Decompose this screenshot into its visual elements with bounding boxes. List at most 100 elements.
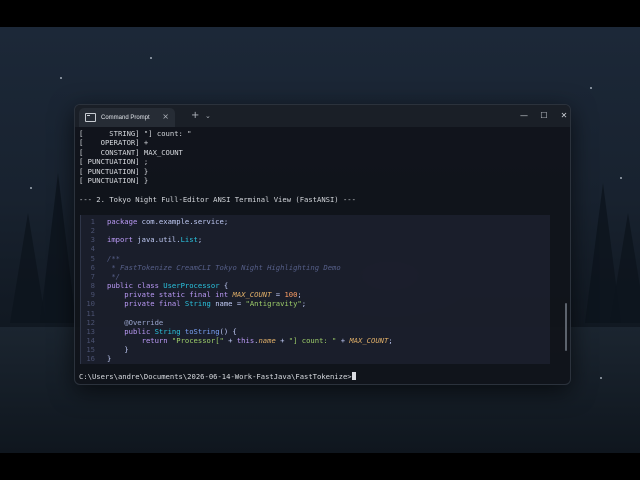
output-line: [ STRING] "] count: " [79, 129, 192, 138]
code-line: 5 /** [81, 254, 120, 263]
output-line: [ PUNCTUATION] } [79, 175, 149, 185]
code-line: 16} [81, 354, 111, 363]
line-number: 16 [86, 354, 95, 364]
code-line: 15 } [81, 345, 129, 355]
code-token: private final [107, 299, 181, 309]
terminal-window: Command Prompt × + ⌄ — ☐ ✕ [ STRING] "] … [74, 104, 571, 385]
text-cursor [351, 372, 356, 380]
code-line: 9 private static final int MAX_COUNT = 1… [81, 290, 302, 299]
snowflake [60, 77, 62, 79]
line-number: 1 [90, 217, 95, 226]
line-number: 7 [90, 271, 95, 281]
code-token: UserProcessor [163, 281, 220, 291]
code-token: MAX_COUNT [349, 335, 389, 345]
code-line: 3 import java.util.List; [81, 235, 203, 245]
wallpaper-tree [40, 173, 76, 323]
code-token: name [258, 335, 276, 345]
code-token: + [223, 335, 237, 345]
line-number: 11 [86, 308, 95, 318]
prompt-path: C:\Users\andre\Documents\2026-06-14-Work… [79, 372, 352, 381]
snowflake [600, 377, 602, 379]
tab-dropdown-button[interactable]: ⌄ [205, 109, 211, 123]
line-number: 12 [86, 317, 95, 327]
snowflake [150, 57, 152, 59]
code-token: com.example.service; [137, 217, 229, 226]
code-line: 11 [81, 309, 107, 318]
code-token: toString [184, 326, 220, 336]
code-line: 7 */ [81, 272, 120, 281]
line-number: 15 [86, 345, 95, 355]
code-token: = [271, 290, 285, 300]
line-number: 4 [90, 244, 95, 254]
code-token: ; [197, 235, 203, 245]
code-token: */ [107, 271, 120, 281]
code-token: ; [388, 335, 393, 345]
code-token: String [184, 299, 211, 309]
code-token: "Antigravity" [245, 299, 302, 309]
code-token: "Processor[" [171, 335, 224, 345]
code-token: return [107, 335, 168, 345]
close-button[interactable]: ✕ [555, 108, 570, 124]
output-line: [ PUNCTUATION] ; [79, 157, 149, 167]
code-token: * FastTokenize CreamCLI Tokyo Night High… [107, 262, 341, 272]
code-line: 10 private final String name = "Antigrav… [81, 299, 306, 308]
new-tab-button[interactable]: + [191, 109, 199, 123]
code-token: MAX_COUNT [232, 290, 272, 300]
section-heading: --- 2. Tokyo Night Full-Editor ANSI Term… [79, 194, 356, 204]
command-prompt-line[interactable]: C:\Users\andre\Documents\2026-06-14-Work… [79, 372, 356, 381]
code-token: List [180, 235, 198, 245]
tab-command-prompt[interactable]: Command Prompt × [79, 108, 175, 127]
code-line: 6 * FastTokenize CreamCLI Tokyo Night Hi… [81, 263, 341, 272]
code-token: "] count: " [288, 335, 337, 345]
code-line: 13 public String toString() { [81, 327, 237, 336]
snowflake [620, 177, 622, 179]
line-number: 6 [90, 262, 95, 272]
output-line: [ PUNCTUATION] } [79, 166, 149, 176]
code-token: ; [297, 290, 302, 300]
code-token: } [107, 345, 129, 355]
code-token: String [154, 326, 181, 336]
scrollbar[interactable] [565, 303, 567, 351]
line-number: 13 [86, 326, 95, 336]
tab-close-button[interactable]: × [162, 111, 169, 123]
code-token: + [336, 335, 350, 345]
code-token: { [219, 281, 229, 291]
maximize-button[interactable]: ☐ [535, 108, 553, 124]
snowflake [30, 187, 32, 189]
code-token: this [236, 335, 255, 345]
code-token: () { [219, 326, 237, 336]
minimize-button[interactable]: — [515, 108, 533, 124]
line-number: 8 [90, 281, 95, 291]
terminal-icon [85, 113, 96, 122]
code-line: 4 [81, 244, 107, 253]
wallpaper-tree [610, 213, 640, 323]
title-bar[interactable]: Command Prompt × + ⌄ — ☐ ✕ [75, 105, 570, 127]
code-line: 8 public class UserProcessor { [81, 281, 229, 291]
line-number: 3 [90, 235, 95, 245]
code-line: 14 return "Processor[" + this.name + "] … [81, 335, 393, 345]
tab-title: Command Prompt [101, 114, 150, 121]
line-number: 14 [86, 335, 95, 345]
line-number: 5 [90, 253, 95, 263]
code-token: name = [210, 299, 246, 309]
code-token: import [107, 235, 133, 245]
line-number: 10 [86, 299, 95, 309]
line-number: 9 [90, 290, 95, 300]
terminal-output[interactable]: [ STRING] "] count: " [ OPERATOR] + [ CO… [79, 129, 560, 384]
code-token: + [275, 335, 289, 345]
code-editor-view: 1 package com.example.service; 2 3 import ja… [80, 215, 550, 364]
code-token: @Override [107, 317, 164, 327]
code-token: ; [301, 299, 307, 309]
code-token: public [107, 326, 151, 336]
output-line: [ OPERATOR] + [79, 138, 149, 148]
output-line: [ CONSTANT] MAX_COUNT [79, 147, 183, 157]
code-token: 100 [284, 290, 298, 300]
line-number: 2 [90, 226, 95, 236]
code-token: /** [107, 253, 120, 263]
code-token: java.util. [132, 235, 181, 245]
code-token: package [107, 217, 138, 226]
code-line: 1 package com.example.service; [81, 217, 229, 226]
code-token: private static final int [107, 290, 229, 300]
code-line: 12 @Override [81, 318, 163, 327]
